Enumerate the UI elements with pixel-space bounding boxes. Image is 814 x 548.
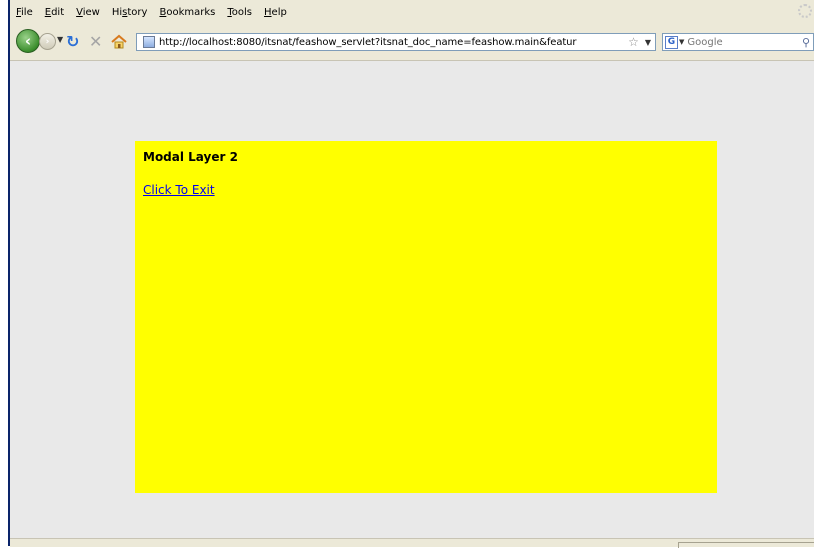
search-bar: G ▼ ⚲ [662, 33, 814, 51]
search-input[interactable] [687, 36, 802, 48]
magnifier-icon[interactable]: ⚲ [802, 36, 810, 49]
browser-window: File Edit View History Bookmarks Tools H… [8, 0, 814, 548]
menu-file[interactable]: File [10, 7, 39, 18]
menu-history[interactable]: History [106, 7, 154, 18]
back-arrow-icon: ‹ [24, 32, 32, 50]
site-favicon-icon [143, 36, 155, 48]
bookmark-star-icon[interactable]: ☆ [628, 35, 639, 49]
menu-bookmarks[interactable]: Bookmarks [153, 7, 221, 18]
status-pane [678, 542, 814, 548]
url-text[interactable]: http://localhost:8080/itsnat/feashow_ser… [159, 37, 626, 48]
search-engine-dropdown-icon[interactable]: ▼ [679, 38, 684, 46]
reload-icon[interactable]: ↻ [66, 32, 79, 51]
search-engine-icon[interactable]: G [665, 35, 678, 49]
forward-button[interactable]: › [39, 33, 56, 50]
forward-arrow-icon: › [45, 36, 50, 47]
page-content: Modal Layer 2 Click To Exit [10, 61, 814, 538]
address-bar[interactable]: http://localhost:8080/itsnat/feashow_ser… [136, 33, 656, 51]
home-icon[interactable] [110, 33, 128, 51]
history-dropdown-icon[interactable]: ▼ [57, 35, 63, 44]
modal-title: Modal Layer 2 [143, 150, 238, 164]
modal-layer: Modal Layer 2 Click To Exit [135, 141, 717, 493]
url-dropdown-icon[interactable]: ▼ [645, 38, 651, 47]
back-button[interactable]: ‹ [16, 29, 40, 53]
menu-help[interactable]: Help [258, 7, 293, 18]
menu-edit[interactable]: Edit [39, 7, 70, 18]
throbber-icon [798, 4, 812, 18]
menu-bar: File Edit View History Bookmarks Tools H… [10, 0, 814, 24]
navigation-toolbar: ‹ › ▼ ↻ ✕ http://localhost:8080/itsnat/f… [10, 24, 814, 61]
menu-tools[interactable]: Tools [221, 7, 258, 18]
exit-link[interactable]: Click To Exit [143, 183, 215, 197]
menu-view[interactable]: View [70, 7, 106, 18]
stop-icon[interactable]: ✕ [89, 32, 102, 51]
